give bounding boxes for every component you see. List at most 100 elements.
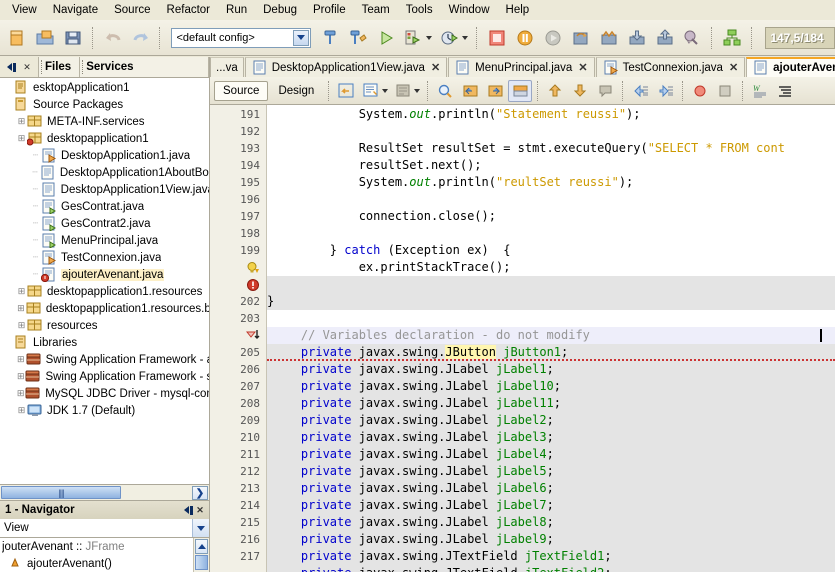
navigator-item[interactable]: jouterAvenant :: JFrame xyxy=(0,538,209,555)
expander-icon[interactable]: ⊞ xyxy=(16,317,27,334)
open-project-icon[interactable] xyxy=(32,25,58,51)
menu-item-navigate[interactable]: Navigate xyxy=(45,2,106,18)
start-macro-icon[interactable] xyxy=(688,80,712,102)
code-line[interactable] xyxy=(267,276,835,293)
chevron-down-icon[interactable] xyxy=(426,35,433,40)
navigator-list[interactable]: jouterAvenant :: JFrame ajouterAvenant() xyxy=(0,538,209,572)
tree-node[interactable]: ⊞ resources xyxy=(0,317,209,334)
code-line[interactable]: private javax.swing.JLabel jLabel11; xyxy=(267,395,835,412)
document-tab[interactable]: ...va xyxy=(210,57,244,77)
navigator-view-combo[interactable]: View xyxy=(0,519,209,538)
code-line[interactable]: ResultSet resultSet = stmt.executeQuery(… xyxy=(267,140,835,157)
pause-icon[interactable] xyxy=(512,25,538,51)
tree-node[interactable]: ┄ ajouterAvenant.java xyxy=(0,266,209,283)
code-line[interactable]: private javax.swing.JLabel jLabel2; xyxy=(267,412,835,429)
build-project-icon[interactable] xyxy=(317,25,343,51)
tree-horizontal-scrollbar[interactable]: |||| ❯ xyxy=(0,484,209,500)
scrollbar-thumb[interactable] xyxy=(195,555,208,570)
tab-design[interactable]: Design xyxy=(269,81,323,101)
tree-node[interactable]: esktopApplication1 xyxy=(0,79,209,96)
menu-item-run[interactable]: Run xyxy=(218,2,255,18)
scroll-right-button[interactable]: ❯ xyxy=(192,486,208,500)
tab-source[interactable]: Source xyxy=(214,80,269,101)
menu-item-window[interactable]: Window xyxy=(441,2,498,18)
expander-icon[interactable]: ⊞ xyxy=(16,300,26,317)
code-line[interactable]: System.out.println("Statement reussi"); xyxy=(267,106,835,123)
code-line[interactable]: private javax.swing.JLabel jLabel10; xyxy=(267,378,835,395)
tree-node[interactable]: ⊞ desktopapplication1.resources xyxy=(0,283,209,300)
tree-node[interactable]: ┄ GesContrat.java xyxy=(0,198,209,215)
code-line[interactable] xyxy=(267,225,835,242)
code-line[interactable]: private javax.swing.JLabel jLabel8; xyxy=(267,514,835,531)
run-project-icon[interactable] xyxy=(373,25,399,51)
navigator-vertical-scrollbar[interactable] xyxy=(193,538,209,572)
config-combo[interactable]: <default config> xyxy=(171,27,311,48)
code-line[interactable]: ex.printStackTrace(); xyxy=(267,259,835,276)
run-to-cursor-icon[interactable] xyxy=(680,25,706,51)
minimize-window-icon[interactable] xyxy=(182,504,194,516)
tree-node[interactable]: ┄ DesktopApplication1AboutBox.ja xyxy=(0,164,209,181)
navigator-item[interactable]: ajouterAvenant() xyxy=(0,555,209,572)
code-line[interactable]: private javax.swing.JButton jButton1; xyxy=(267,344,835,361)
find-next-icon[interactable] xyxy=(391,80,415,102)
next-bookmark-icon[interactable] xyxy=(483,80,507,102)
toggle-breakpoint-icon[interactable] xyxy=(719,25,745,51)
window-tab-services[interactable]: Services xyxy=(80,57,209,77)
error-icon[interactable] xyxy=(210,276,266,293)
code-line[interactable]: // Variables declaration - do not modify xyxy=(267,327,835,344)
tree-node[interactable]: ⊞ Swing Application Framework - appfr xyxy=(0,351,209,368)
minimize-window-icon[interactable] xyxy=(5,61,17,73)
continue-icon[interactable] xyxy=(540,25,566,51)
scroll-up-button[interactable] xyxy=(195,539,208,554)
tree-node[interactable]: ┄ DesktopApplication1View.java xyxy=(0,181,209,198)
code-line[interactable]: private javax.swing.JLabel jLabel5; xyxy=(267,463,835,480)
scrollbar-thumb[interactable]: |||| xyxy=(1,486,121,499)
code-line[interactable]: connection.close(); xyxy=(267,208,835,225)
comment-icon[interactable] xyxy=(593,80,617,102)
expander-icon[interactable]: ⊞ xyxy=(16,351,26,368)
debug-project-icon[interactable] xyxy=(401,25,427,51)
chevron-down-icon[interactable] xyxy=(462,35,469,40)
tree-node[interactable]: ┄ TestConnexion.java xyxy=(0,249,209,266)
tree-node[interactable]: ⊞ MySQL JDBC Driver - mysql-connecto xyxy=(0,385,209,402)
code-line[interactable]: private javax.swing.JLabel jLabel9; xyxy=(267,531,835,548)
tree-node[interactable]: ⊞ META-INF.services xyxy=(0,113,209,130)
shift-left-icon[interactable] xyxy=(628,80,652,102)
collapse-fold-icon[interactable] xyxy=(210,327,266,344)
tree-node[interactable]: ┄ GesContrat2.java xyxy=(0,215,209,232)
code-line[interactable]: System.out.println("reultSet reussi"); xyxy=(267,174,835,191)
toggle-search-icon[interactable] xyxy=(433,80,457,102)
document-tab[interactable]: MenuPrincipal.java ✕ xyxy=(448,57,595,77)
code-text-area[interactable]: System.out.println("Statement reussi"); … xyxy=(267,105,835,572)
inspect-icon[interactable]: W xyxy=(748,80,772,102)
code-line[interactable]: resultSet.next(); xyxy=(267,157,835,174)
shift-line-down-icon[interactable] xyxy=(568,80,592,102)
menu-item-help[interactable]: Help xyxy=(498,2,538,18)
step-into-icon[interactable] xyxy=(624,25,650,51)
code-line[interactable]: private javax.swing.JLabel jLabel7; xyxy=(267,497,835,514)
chevron-down-icon[interactable] xyxy=(382,88,389,93)
expander-icon[interactable]: ⊞ xyxy=(16,283,27,300)
menu-item-tools[interactable]: Tools xyxy=(398,2,441,18)
format-icon[interactable] xyxy=(773,80,797,102)
code-line[interactable]: private javax.swing.JTextField jTextFiel… xyxy=(267,548,835,565)
code-line[interactable]: private javax.swing.JLabel jLabel6; xyxy=(267,480,835,497)
toggle-bookmark-icon[interactable] xyxy=(508,79,533,102)
document-tab[interactable]: ajouterAvenant xyxy=(746,57,835,77)
save-all-icon[interactable] xyxy=(60,25,86,51)
previous-bookmark-icon[interactable] xyxy=(458,80,482,102)
step-over-icon[interactable] xyxy=(568,25,594,51)
code-line[interactable] xyxy=(267,123,835,140)
code-line[interactable] xyxy=(267,191,835,208)
tree-node[interactable]: Source Packages xyxy=(0,96,209,113)
tree-node[interactable]: ┄ MenuPrincipal.java xyxy=(0,232,209,249)
tree-node[interactable]: Libraries xyxy=(0,334,209,351)
close-icon[interactable]: ✕ xyxy=(729,61,738,74)
shift-right-icon[interactable] xyxy=(653,80,677,102)
projects-tree[interactable]: esktopApplication1 Source Packages ⊞ META-I… xyxy=(0,77,209,484)
code-line[interactable] xyxy=(267,310,835,327)
document-tab[interactable]: TestConnexion.java ✕ xyxy=(595,57,746,77)
code-editor[interactable]: 191 192 193 194 195 196 197 198 199 202 203 205 206 2… xyxy=(210,105,835,572)
code-line[interactable]: } xyxy=(267,293,835,310)
expander-icon[interactable]: ⊞ xyxy=(16,113,27,130)
